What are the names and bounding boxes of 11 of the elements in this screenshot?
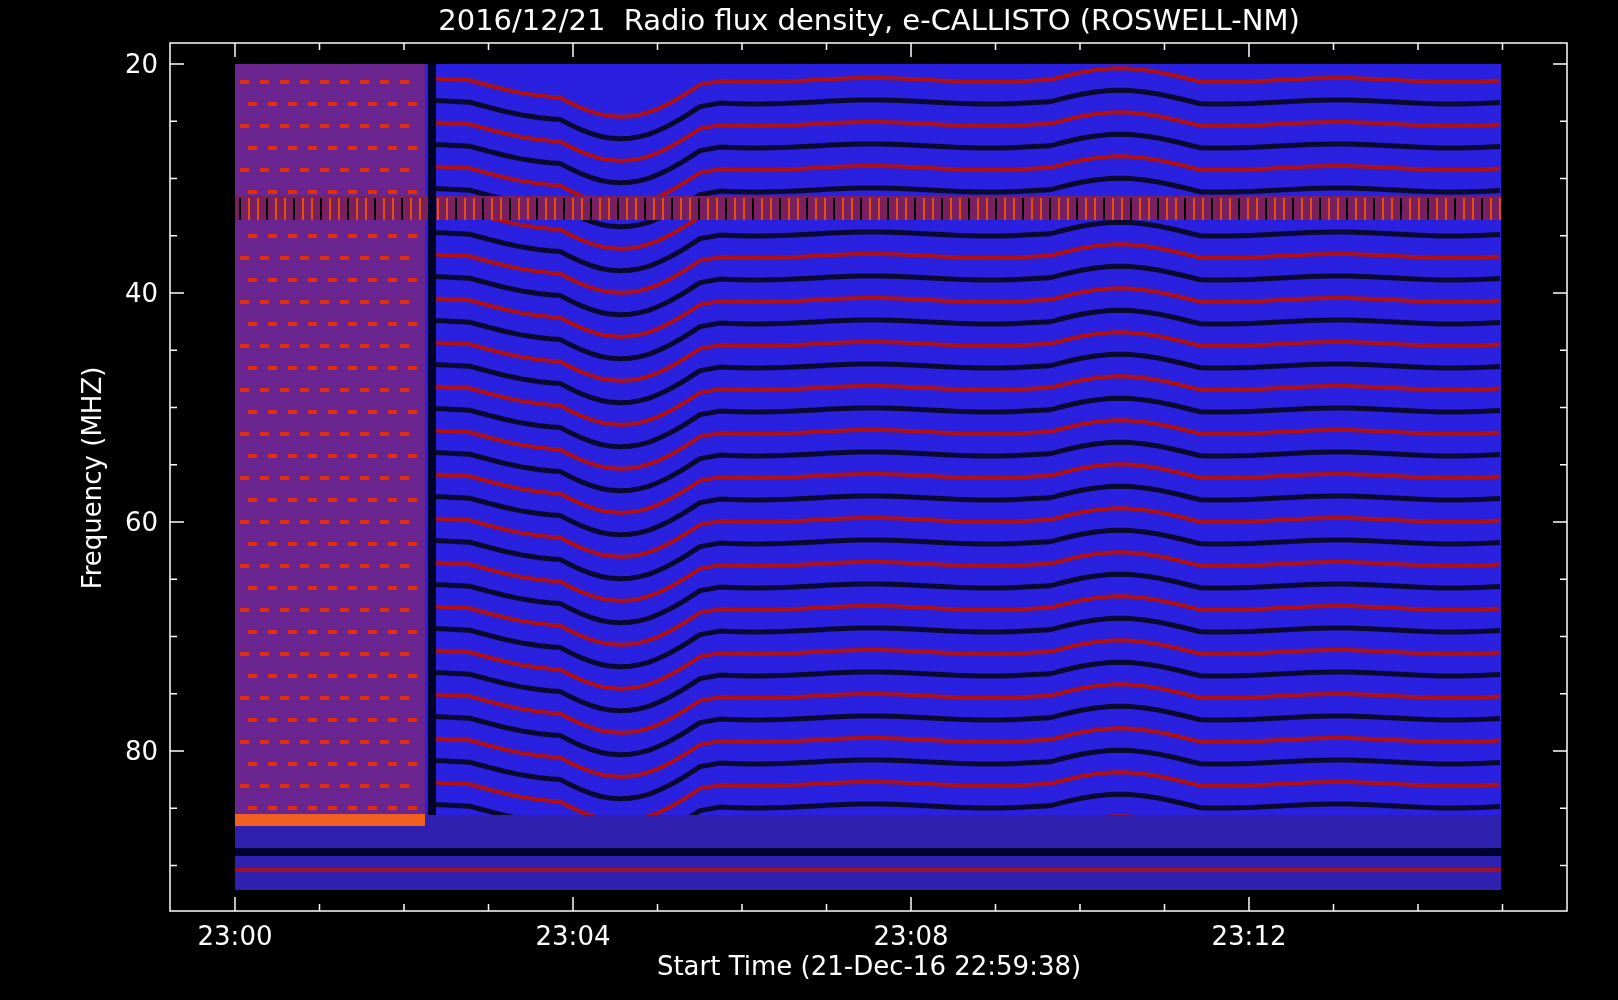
x-axis-label: Start Time (21-Dec-16 22:59:38) — [656, 951, 1082, 981]
x-tick-label: 23:12 — [1211, 921, 1287, 951]
y-tick-label: 80 — [124, 736, 158, 766]
y-tick-label: 40 — [124, 278, 158, 308]
x-tick-label: 23:08 — [873, 921, 949, 951]
y-tick-label: 20 — [124, 49, 158, 79]
x-tick-label: 23:04 — [535, 921, 611, 951]
x-tick-label: 23:00 — [197, 921, 273, 951]
y-tick-label: 60 — [124, 507, 158, 537]
plot-title: 2016/12/21 Radio flux density, e-CALLISTO (ROSWELL-NM) — [438, 3, 1300, 37]
y-axis-label: Frequency (MHZ) — [77, 366, 107, 590]
